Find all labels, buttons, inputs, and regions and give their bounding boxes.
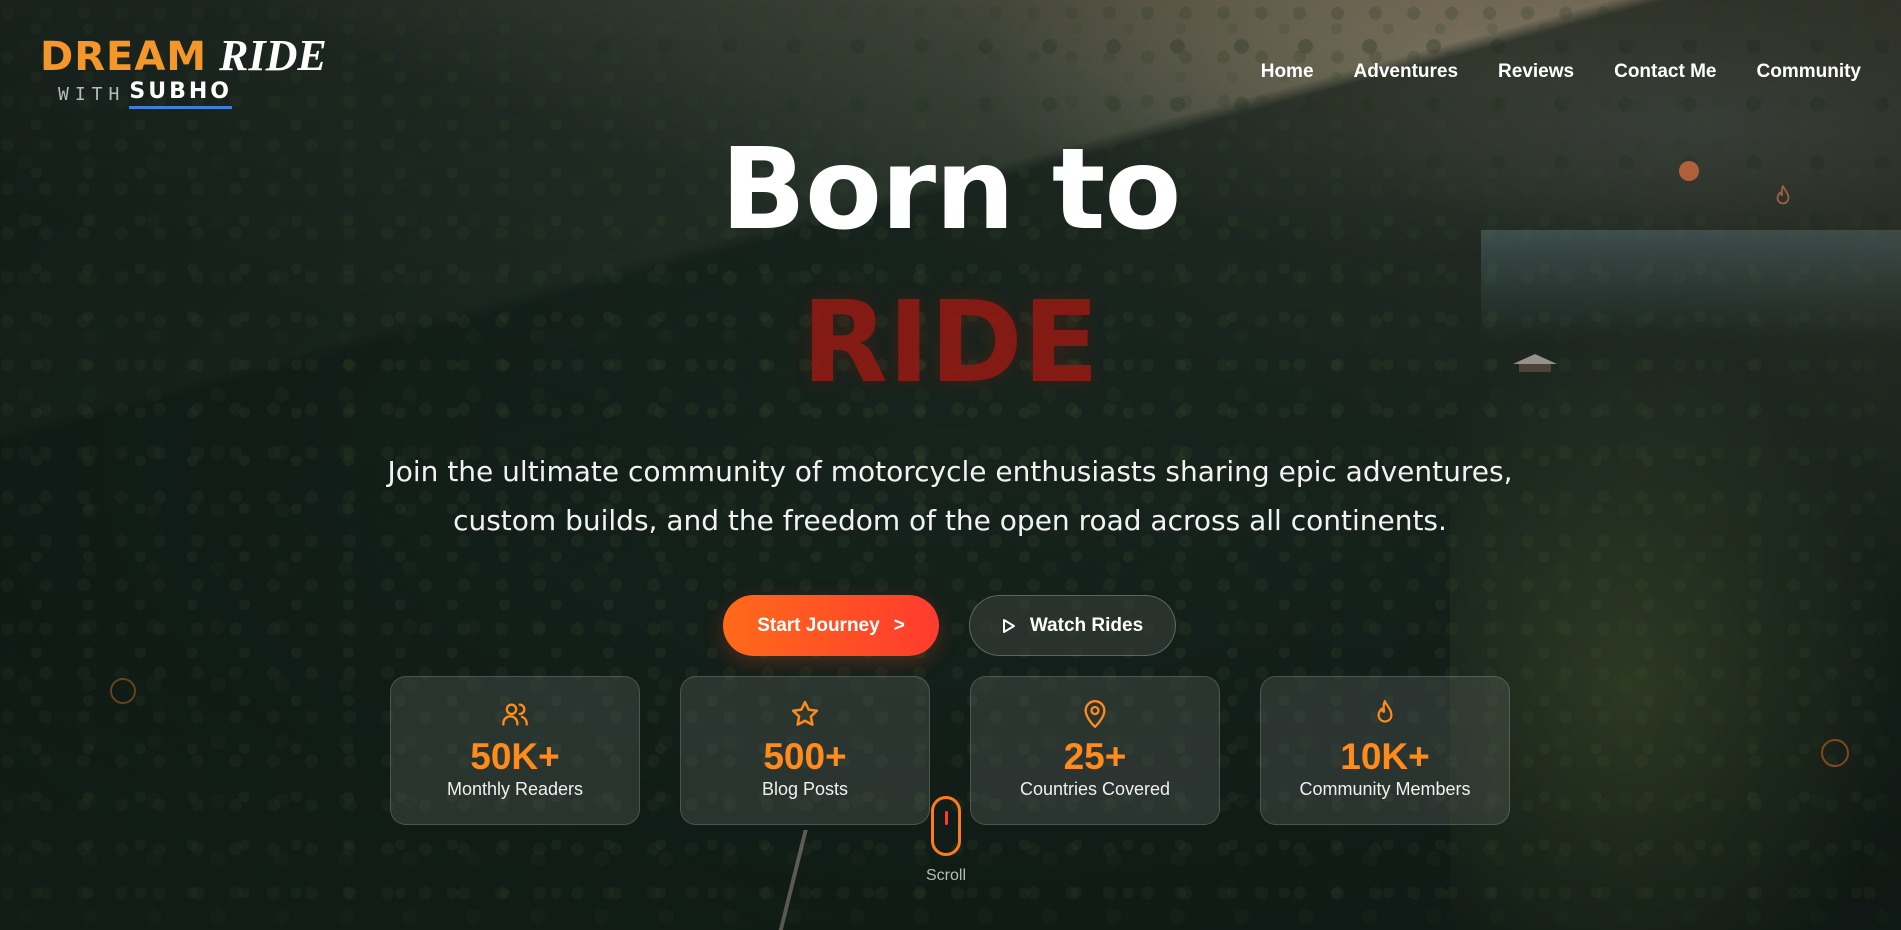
watch-rides-label: Watch Rides [1029, 614, 1144, 636]
brand-logo[interactable]: DREAM RIDE WITH SUBHO [40, 30, 327, 109]
stat-label: Blog Posts [761, 779, 849, 799]
star-icon [790, 697, 820, 731]
nav-item-contact-me[interactable]: Contact Me [1614, 61, 1716, 83]
hero-title-line1: Born to [720, 125, 1182, 255]
logo-subho-text: SUBHO [129, 79, 232, 109]
nav-item-community[interactable]: Community [1757, 61, 1862, 83]
stat-label: Monthly Readers [446, 779, 584, 799]
stat-label: Community Members [1299, 779, 1471, 799]
nav-item-reviews[interactable]: Reviews [1498, 61, 1574, 83]
scroll-label: Scroll [925, 867, 966, 884]
start-journey-button[interactable]: Start Journey > [723, 595, 939, 656]
floating-ring-left [110, 678, 136, 704]
watch-rides-button[interactable]: Watch Rides [969, 595, 1176, 656]
map-pin-icon [1081, 697, 1109, 731]
logo-top-line: DREAM RIDE [40, 30, 327, 81]
stat-label: Countries Covered [1019, 779, 1171, 799]
scroll-wheel [945, 811, 948, 825]
logo-dream-text: DREAM [40, 34, 208, 80]
hero-title-line2: RIDE [801, 278, 1100, 408]
nav-item-adventures[interactable]: Adventures [1354, 61, 1459, 83]
play-icon [1002, 618, 1016, 634]
scroll-mouse-icon[interactable] [931, 796, 961, 856]
flame-icon [1372, 697, 1398, 731]
floating-ring-right [1821, 739, 1849, 767]
stat-card-blog-posts: 500+ Blog Posts [680, 676, 930, 825]
nav-item-home[interactable]: Home [1261, 61, 1314, 83]
logo-ride-text: RIDE [219, 31, 327, 80]
chevron-right-icon: > [893, 614, 905, 636]
logo-with-text: WITH [58, 83, 126, 105]
stat-value: 10K+ [1340, 736, 1430, 777]
stat-value: 50K+ [470, 736, 560, 777]
logo-bottom-line: WITH SUBHO [58, 79, 327, 109]
stat-card-countries: 25+ Countries Covered [970, 676, 1220, 825]
stat-card-community: 10K+ Community Members [1260, 676, 1510, 825]
main-nav: Home Adventures Reviews Contact Me Commu… [1261, 61, 1861, 83]
stat-card-readers: 50K+ Monthly Readers [390, 676, 640, 825]
start-journey-label: Start Journey [757, 614, 880, 636]
stat-value: 500+ [763, 736, 847, 777]
hero-subtitle: Join the ultimate community of motorcycl… [387, 455, 1513, 537]
stat-value: 25+ [1063, 736, 1127, 777]
users-icon [500, 697, 530, 731]
